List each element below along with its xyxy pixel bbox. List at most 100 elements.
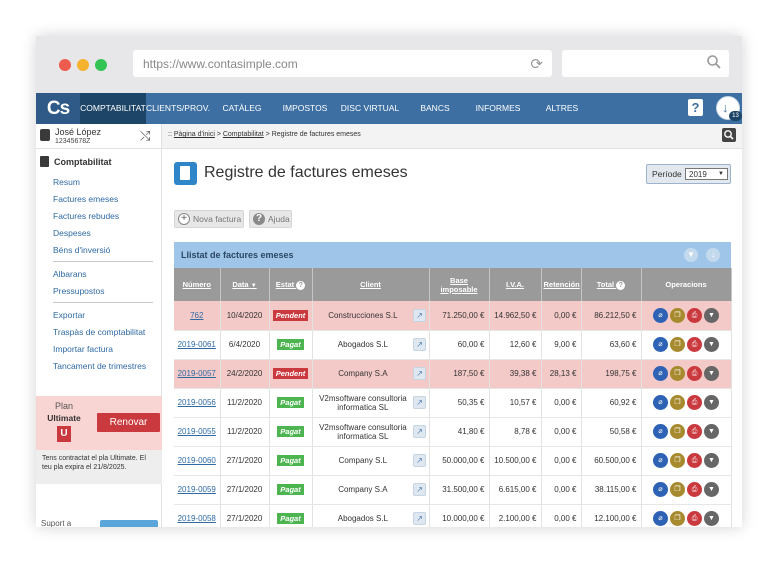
client-cell: Construcciones S.L ↗ [312, 301, 430, 331]
attachment-icon[interactable]: ⌀ [653, 482, 668, 497]
invoice-number-link[interactable]: 2019-0056 [178, 398, 216, 407]
invoice-number-link[interactable]: 762 [190, 311, 203, 320]
copy-icon[interactable]: ❐ [670, 307, 685, 323]
notifications-button[interactable]: ↓ 13 [716, 96, 742, 121]
breadcrumb-section[interactable]: Comptabilitat [223, 131, 264, 138]
column-status[interactable]: Estat ? [269, 268, 313, 301]
nav-item-impostos[interactable]: IMPOSTOS [276, 93, 334, 124]
chart-icon[interactable]: ↗ [413, 483, 427, 496]
download-icon[interactable]: ↓ [706, 248, 720, 262]
nav-item-disc-virtual[interactable]: DISC VIRTUAL [338, 93, 402, 124]
date-cell: 6/4/2020 [220, 330, 270, 360]
column-number[interactable]: Número [174, 268, 221, 301]
chart-icon[interactable]: ↗ [413, 424, 427, 438]
column-date[interactable]: Data ▼ [220, 268, 270, 301]
sidebar-item-importar-factura[interactable]: Importar factura [53, 344, 113, 354]
close-window-button[interactable] [59, 59, 71, 71]
sidebar-item-albarans[interactable]: Albarans [53, 269, 87, 279]
search-icon[interactable] [722, 128, 736, 142]
chevron-down-icon[interactable]: ▼ [704, 307, 719, 323]
nav-item-comptabilitat[interactable]: COMPTABILITAT [80, 93, 146, 124]
column-operations: Operacions [641, 268, 732, 301]
chevron-down-icon[interactable]: ▼ [704, 424, 719, 439]
copy-icon[interactable]: ❐ [670, 424, 685, 439]
attachment-icon[interactable]: ⌀ [653, 424, 668, 439]
chevron-down-icon[interactable]: ▼ [704, 482, 719, 497]
app-logo[interactable]: Cs [36, 93, 80, 124]
sidebar-item-factures-rebudes[interactable]: Factures rebudes [53, 211, 119, 221]
browser-search-input[interactable] [562, 50, 729, 77]
sidebar-item-pressupostos[interactable]: Pressupostos [53, 286, 105, 296]
nav-item-cataleg[interactable]: CATÀLEG [216, 93, 268, 124]
print-icon[interactable]: ⎙ [687, 307, 702, 323]
chevron-down-icon[interactable]: ▼ [704, 395, 719, 410]
sidebar-item-exportar[interactable]: Exportar [53, 310, 85, 320]
invoice-number-link[interactable]: 2019-0058 [178, 514, 216, 523]
attachment-icon[interactable]: ⌀ [653, 366, 668, 381]
column-base[interactable]: Base imposable [429, 268, 490, 301]
help-page-button[interactable]: ? Ajuda [249, 210, 292, 228]
print-icon[interactable]: ⎙ [687, 453, 702, 468]
client-cell: V2msoftware consultoria informatica SL ↗ [312, 388, 430, 418]
switch-company-icon[interactable]: ⤭ [140, 128, 150, 144]
print-icon[interactable]: ⎙ [687, 395, 702, 410]
chart-icon[interactable]: ↗ [413, 512, 427, 525]
minimize-window-button[interactable] [77, 59, 89, 71]
period-select[interactable]: 2019 ▼ [685, 168, 728, 180]
nav-item-bancs[interactable]: BANCS [410, 93, 460, 124]
nav-item-altres[interactable]: ALTRES [536, 93, 588, 124]
attachment-icon[interactable]: ⌀ [653, 307, 668, 323]
help-button[interactable]: ? [688, 99, 703, 116]
chart-icon[interactable]: ↗ [413, 308, 427, 322]
attachment-icon[interactable]: ⌀ [653, 337, 668, 352]
copy-icon[interactable]: ❐ [670, 482, 685, 497]
chevron-down-icon[interactable]: ▼ [704, 511, 719, 526]
collapse-icon[interactable]: ▼ [684, 248, 698, 262]
column-iva[interactable]: I.V.A. [489, 268, 542, 301]
attachment-icon[interactable]: ⌀ [653, 395, 668, 410]
print-icon[interactable]: ⎙ [687, 366, 702, 381]
invoice-number-link[interactable]: 2019-0060 [178, 456, 216, 465]
copy-icon[interactable]: ❐ [670, 395, 685, 410]
support-button[interactable] [100, 520, 158, 527]
chevron-down-icon[interactable]: ▼ [704, 453, 719, 468]
sidebar-item-factures-emeses[interactable]: Factures emeses [53, 194, 118, 204]
print-icon[interactable]: ⎙ [687, 511, 702, 526]
operations-cell: ⌀ ❐ ⎙ ▼ [641, 504, 732, 527]
chevron-down-icon[interactable]: ▼ [704, 337, 719, 352]
chart-icon[interactable]: ↗ [413, 338, 427, 351]
sidebar-item-despeses[interactable]: Despeses [53, 228, 91, 238]
invoice-number-link[interactable]: 2019-0055 [178, 427, 216, 436]
nav-item-clients[interactable]: CLIENTS/PROV. [146, 93, 210, 124]
renew-button[interactable]: Renovar [97, 413, 160, 432]
column-client[interactable]: Client [312, 268, 430, 301]
chevron-down-icon[interactable]: ▼ [704, 366, 719, 381]
sidebar-item-bens-inversio[interactable]: Béns d'inversió [53, 245, 110, 255]
column-retention[interactable]: Retención [541, 268, 582, 301]
column-total[interactable]: Total ? [581, 268, 642, 301]
chart-icon[interactable]: ↗ [413, 367, 427, 380]
breadcrumb-home[interactable]: Pàgina d'inici [174, 131, 215, 138]
chart-icon[interactable]: ↗ [413, 395, 427, 409]
nav-item-informes[interactable]: INFORMES [468, 93, 528, 124]
address-bar[interactable]: https://www.contasimple.com ⟳ [133, 50, 552, 77]
maximize-window-button[interactable] [95, 59, 107, 71]
chart-icon[interactable]: ↗ [413, 454, 427, 467]
sidebar-item-resum[interactable]: Resum [53, 177, 80, 187]
copy-icon[interactable]: ❐ [670, 366, 685, 381]
invoice-number-link[interactable]: 2019-0057 [178, 369, 216, 378]
attachment-icon[interactable]: ⌀ [653, 453, 668, 468]
sidebar-item-traspas[interactable]: Traspàs de comptabilitat [53, 327, 145, 337]
print-icon[interactable]: ⎙ [687, 337, 702, 352]
copy-icon[interactable]: ❐ [670, 511, 685, 526]
invoice-number-link[interactable]: 2019-0061 [178, 340, 216, 349]
copy-icon[interactable]: ❐ [670, 453, 685, 468]
print-icon[interactable]: ⎙ [687, 482, 702, 497]
copy-icon[interactable]: ❐ [670, 337, 685, 352]
invoice-number-link[interactable]: 2019-0059 [178, 485, 216, 494]
print-icon[interactable]: ⎙ [687, 424, 702, 439]
sidebar-item-tancament[interactable]: Tancament de trimestres [53, 361, 146, 371]
reload-icon[interactable]: ⟳ [530, 55, 543, 73]
new-invoice-button[interactable]: + Nova factura [174, 210, 244, 228]
attachment-icon[interactable]: ⌀ [653, 511, 668, 526]
